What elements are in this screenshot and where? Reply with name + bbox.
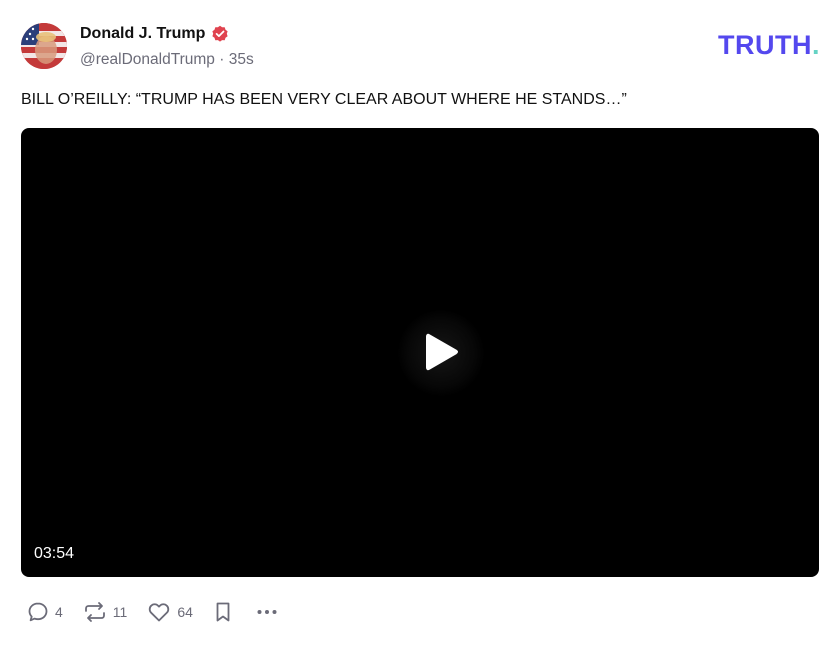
meta-separator: · xyxy=(219,51,225,68)
post-text: BILL O’REILLY: “TRUMP HAS BEEN VERY CLEA… xyxy=(21,91,627,108)
author-name[interactable]: Donald J. Trump xyxy=(80,24,205,44)
truth-social-logo[interactable]: TRUTH. xyxy=(718,30,820,60)
like-button[interactable]: 64 xyxy=(147,601,193,623)
retruth-icon xyxy=(84,602,105,622)
logo-word: TRUTH xyxy=(718,30,812,60)
reply-icon xyxy=(28,602,48,622)
like-count: 64 xyxy=(177,604,193,620)
post-timestamp[interactable]: 35s xyxy=(229,51,254,68)
verified-badge-icon xyxy=(212,25,228,42)
more-options-button[interactable] xyxy=(255,601,279,623)
logo-dot: . xyxy=(811,30,820,60)
avatar[interactable] xyxy=(21,23,67,69)
bookmark-icon xyxy=(216,602,230,622)
reply-count: 4 xyxy=(55,604,63,620)
video-player[interactable]: 03:54 xyxy=(21,128,819,577)
video-duration: 03:54 xyxy=(34,545,75,562)
play-icon xyxy=(426,333,458,371)
author-row: Donald J. Trump xyxy=(80,24,229,44)
play-button[interactable] xyxy=(398,310,484,396)
post-meta: @realDonaldTrump · 35s xyxy=(80,50,254,70)
author-handle[interactable]: @realDonaldTrump xyxy=(80,51,215,68)
retruth-button[interactable]: 11 xyxy=(83,601,128,623)
more-icon xyxy=(257,610,277,614)
action-bar: 4 11 64 xyxy=(27,599,279,625)
bookmark-button[interactable] xyxy=(213,601,233,623)
reply-button[interactable]: 4 xyxy=(27,601,63,623)
post-card: Donald J. Trump @realDonaldTrump · 35s T… xyxy=(0,0,840,649)
retruth-count: 11 xyxy=(112,604,128,620)
like-icon xyxy=(149,603,170,622)
avatar-image xyxy=(21,23,67,69)
